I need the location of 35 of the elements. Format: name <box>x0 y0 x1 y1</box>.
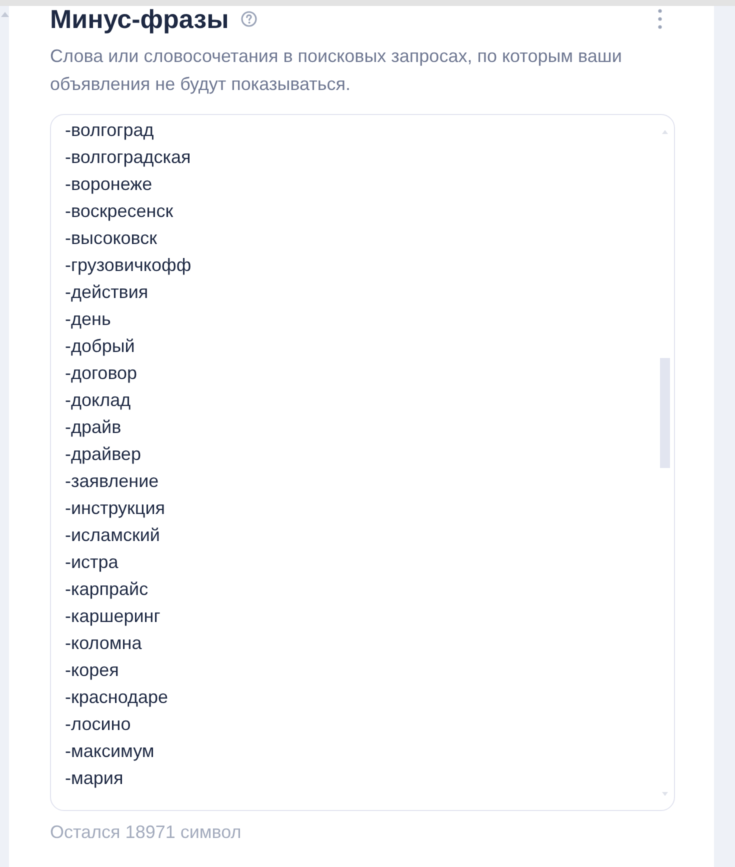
minus-phrase: -воронеже <box>65 173 152 196</box>
minus-phrase: -драйвер <box>65 443 141 466</box>
minus-phrase: -высоковск <box>65 227 158 250</box>
minus-phrase: -коломна <box>65 632 142 655</box>
minus-phrase: -драйв <box>65 416 122 439</box>
minus-phrase: -волгоград <box>65 119 154 142</box>
minus-phrase: -истра <box>65 551 118 574</box>
minus-phrase: -лосино <box>65 713 131 736</box>
more-icon[interactable] <box>658 9 662 29</box>
minus-phrase: -добрый <box>65 335 135 358</box>
section-description: Слова или словосочетания в поисковых запросах, по которым ваши объявления не будут показываться. <box>50 45 623 96</box>
minus-phrase: -максимум <box>65 740 154 763</box>
minus-phrase: -действия <box>65 281 148 304</box>
minus-phrase: -доклад <box>65 389 131 412</box>
minus-phrase: -волгоградская <box>65 146 191 169</box>
minus-phrase: -мария <box>65 767 124 790</box>
character-counter: Остался 18971 символ <box>50 822 242 842</box>
section-title: Минус-фразы <box>50 6 229 32</box>
minus-phrase: -корея <box>65 659 119 682</box>
minus-phrase: -краснодаре <box>65 686 168 709</box>
scrollbar-thumb[interactable] <box>660 358 670 468</box>
minus-phrase: -инструкция <box>65 497 166 520</box>
minus-phrases-field[interactable] <box>50 114 675 811</box>
minus-phrase: -воскресенск <box>65 200 174 223</box>
scroll-down-icon[interactable] <box>662 792 668 796</box>
minus-phrase: -день <box>65 308 111 331</box>
caret-up-icon[interactable] <box>1 12 9 17</box>
minus-phrase: -заявление <box>65 470 159 493</box>
minus-phrase: -договор <box>65 362 138 385</box>
minus-phrase: -грузовичкофф <box>65 254 192 277</box>
minus-phrase: -карпрайс <box>65 578 148 601</box>
minus-phrase: -каршеринг <box>65 605 160 628</box>
help-icon[interactable] <box>240 11 257 27</box>
minus-phrase: -исламский <box>65 524 160 547</box>
scroll-up-icon[interactable] <box>662 130 668 134</box>
